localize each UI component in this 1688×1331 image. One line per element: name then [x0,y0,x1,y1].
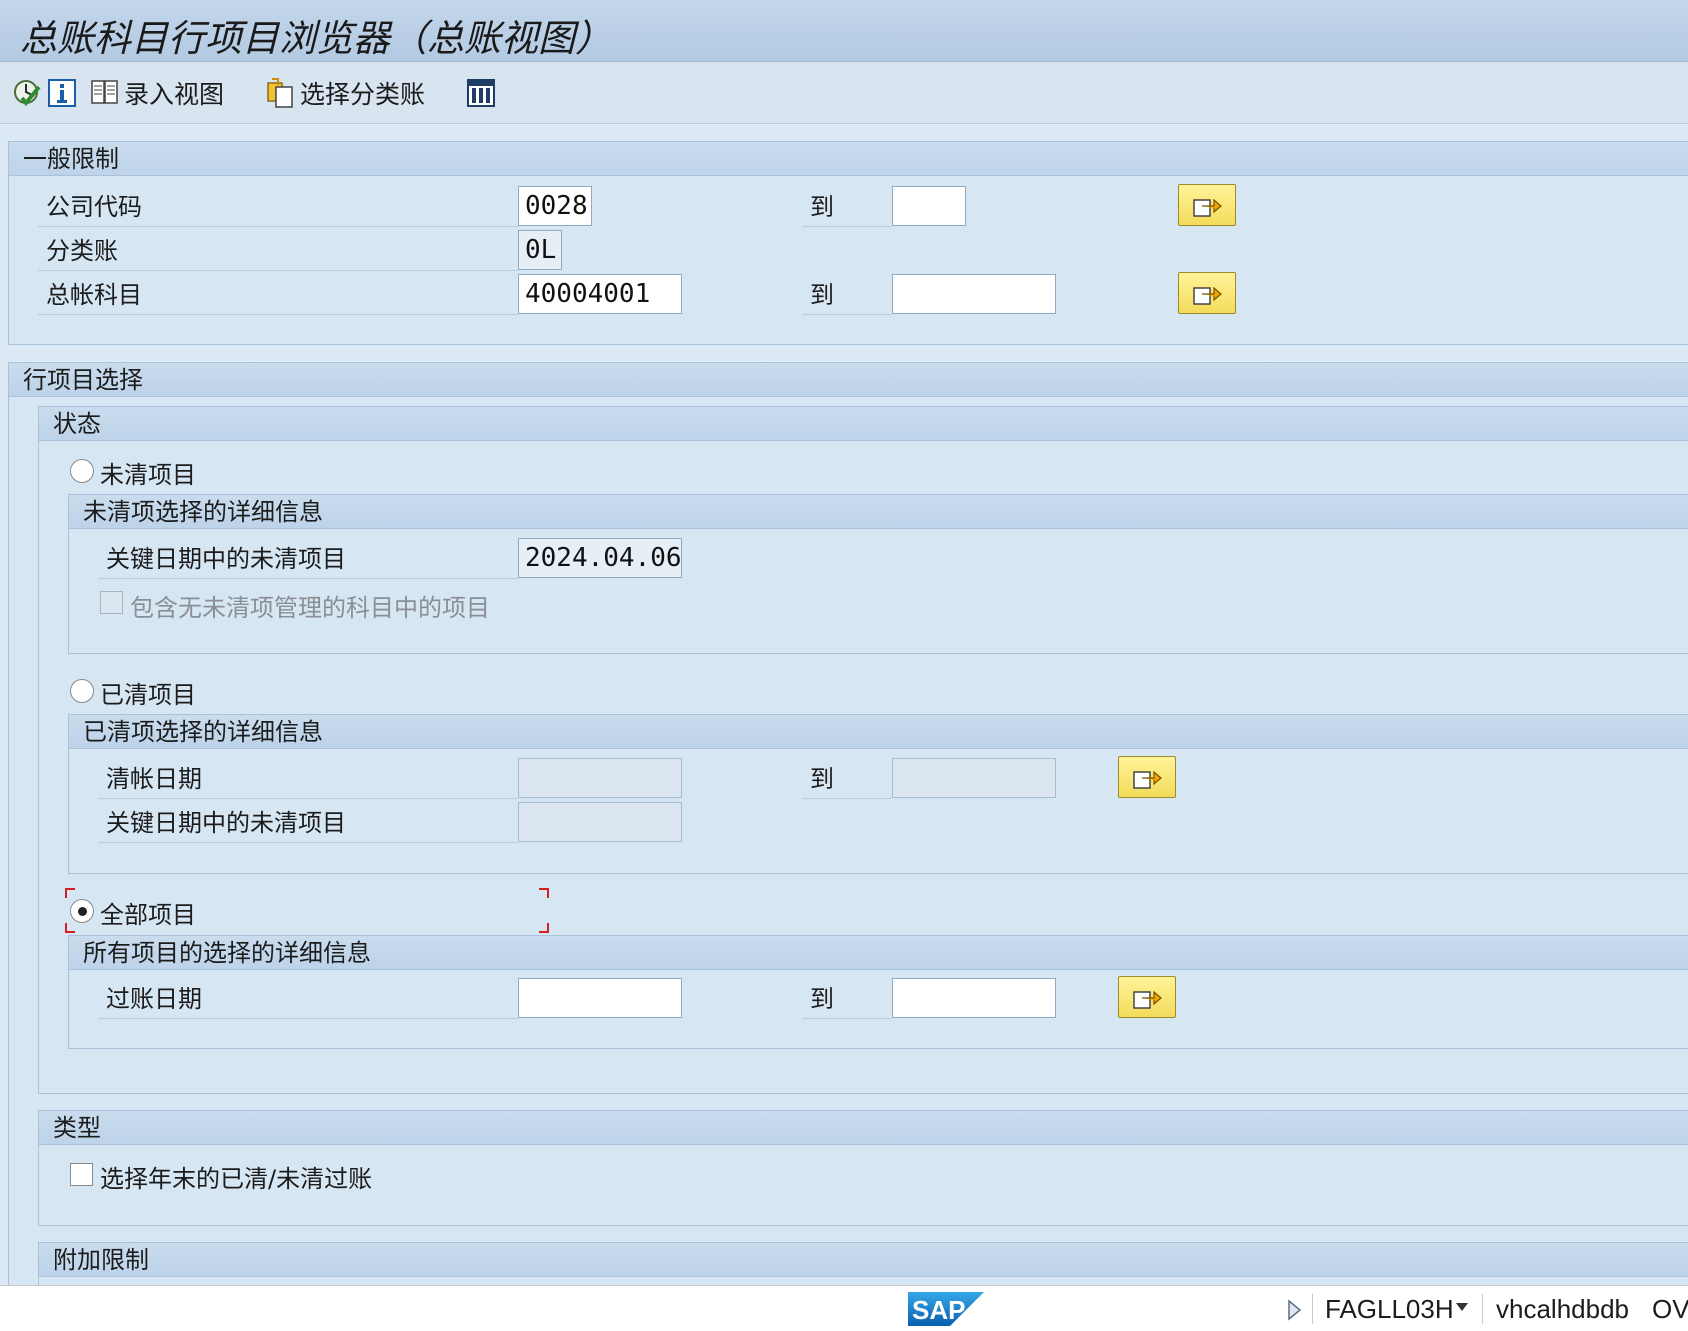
posting-date-input[interactable] [518,978,682,1018]
posting-date-to-input[interactable] [892,978,1056,1018]
gl-account-multiple-selection-button[interactable] [1178,272,1236,314]
status-divider [1482,1294,1483,1324]
type-heading: 类型 [39,1111,1688,1145]
select-ledger-button[interactable]: 选择分类账 [266,74,425,112]
multiple-selection-icon [1193,198,1222,217]
server-name: vhcalhdbdb [1496,1294,1629,1324]
year-end-label: 选择年末的已清/未清过账 [100,1165,373,1193]
posting-date-multiple-selection-button[interactable] [1118,976,1176,1018]
multiple-selection-icon [1193,286,1222,305]
entry-view-label: 录入视图 [124,80,225,109]
open-key-date-label: 关键日期中的未清项目 [98,539,518,579]
chevron-down-icon[interactable] [1454,1301,1470,1313]
entry-view-icon [91,80,118,104]
title-bar: 总账科目行项目浏览器（总账视图） [0,0,1688,62]
select-ledger-icon [267,78,293,108]
gl-account-to-input[interactable] [892,274,1056,314]
focus-corner-tl [65,888,75,898]
line-item-selection-heading: 行项目选择 [9,363,1688,397]
company-code-input[interactable]: 0028 [518,186,592,226]
execute-button[interactable] [12,74,42,112]
server-suffix: OV [1652,1294,1688,1324]
company-code-to-label: 到 [802,187,892,227]
focus-corner-br [539,923,549,933]
posting-date-label: 过账日期 [98,979,518,1019]
gl-account-input[interactable]: 40004001 [518,274,682,314]
status-bar: SAP FAGLL03H vhcalhdbdb OV [0,1285,1688,1331]
company-code-multiple-selection-button[interactable] [1178,184,1236,226]
application-toolbar: 录入视图 选择分类账 [0,62,1688,124]
general-restrictions-heading: 一般限制 [9,142,1688,176]
cleared-items-details-heading: 已清项选择的详细信息 [69,715,1688,749]
info-icon [48,79,76,107]
gl-account-to-label: 到 [802,275,892,315]
gl-account-label: 总帐科目 [38,275,518,315]
cleared-key-date-input[interactable] [518,802,682,842]
ledger-label: 分类账 [38,231,518,271]
open-key-date-input[interactable]: 2024.04.06 [518,538,682,578]
ledger-input[interactable]: 0L [518,230,562,270]
layout-button[interactable] [466,74,496,112]
company-code-to-input[interactable] [892,186,966,226]
status-details-icon[interactable] [1286,1299,1302,1321]
open-items-details-heading: 未清项选择的详细信息 [69,495,1688,529]
cleared-items-label: 已清项目 [100,681,196,709]
svg-text:SAP: SAP [912,1295,965,1325]
open-items-radio[interactable] [70,459,94,483]
focus-corner-tr [539,888,549,898]
layout-columns-icon [467,79,495,107]
include-non-open-label: 包含无未清项管理的科目中的项目 [130,594,490,622]
clearing-date-to-label: 到 [802,759,892,799]
status-divider [1312,1294,1313,1324]
select-ledger-label: 选择分类账 [300,80,426,109]
clearing-date-input[interactable] [518,758,682,798]
entry-view-button[interactable]: 录入视图 [90,74,224,112]
transaction-code: FAGLL03H [1325,1294,1454,1324]
additional-restrictions-heading: 附加限制 [39,1243,1688,1277]
clearing-date-multiple-selection-button[interactable] [1118,756,1176,798]
cleared-items-radio[interactable] [70,679,94,703]
open-items-label: 未清项目 [100,461,196,489]
all-items-details-heading: 所有项目的选择的详细信息 [69,936,1688,970]
posting-date-to-label: 到 [802,979,892,1019]
page-title: 总账科目行项目浏览器（总账视图） [20,17,612,60]
clearing-date-to-input[interactable] [892,758,1056,798]
focus-corner-bl [65,923,75,933]
all-items-radio[interactable] [70,899,94,923]
status-heading: 状态 [39,407,1688,441]
cleared-key-date-label: 关键日期中的未清项目 [98,803,518,843]
info-button[interactable] [48,74,76,112]
year-end-checkbox[interactable] [70,1163,93,1186]
execute-icon [14,80,41,107]
include-non-open-checkbox[interactable] [100,591,123,614]
clearing-date-label: 清帐日期 [98,759,518,799]
sap-logo-icon: SAP [908,1292,984,1326]
all-items-label: 全部项目 [100,901,196,929]
multiple-selection-icon [1133,770,1162,789]
company-code-label: 公司代码 [38,187,518,227]
multiple-selection-icon [1133,990,1162,1009]
